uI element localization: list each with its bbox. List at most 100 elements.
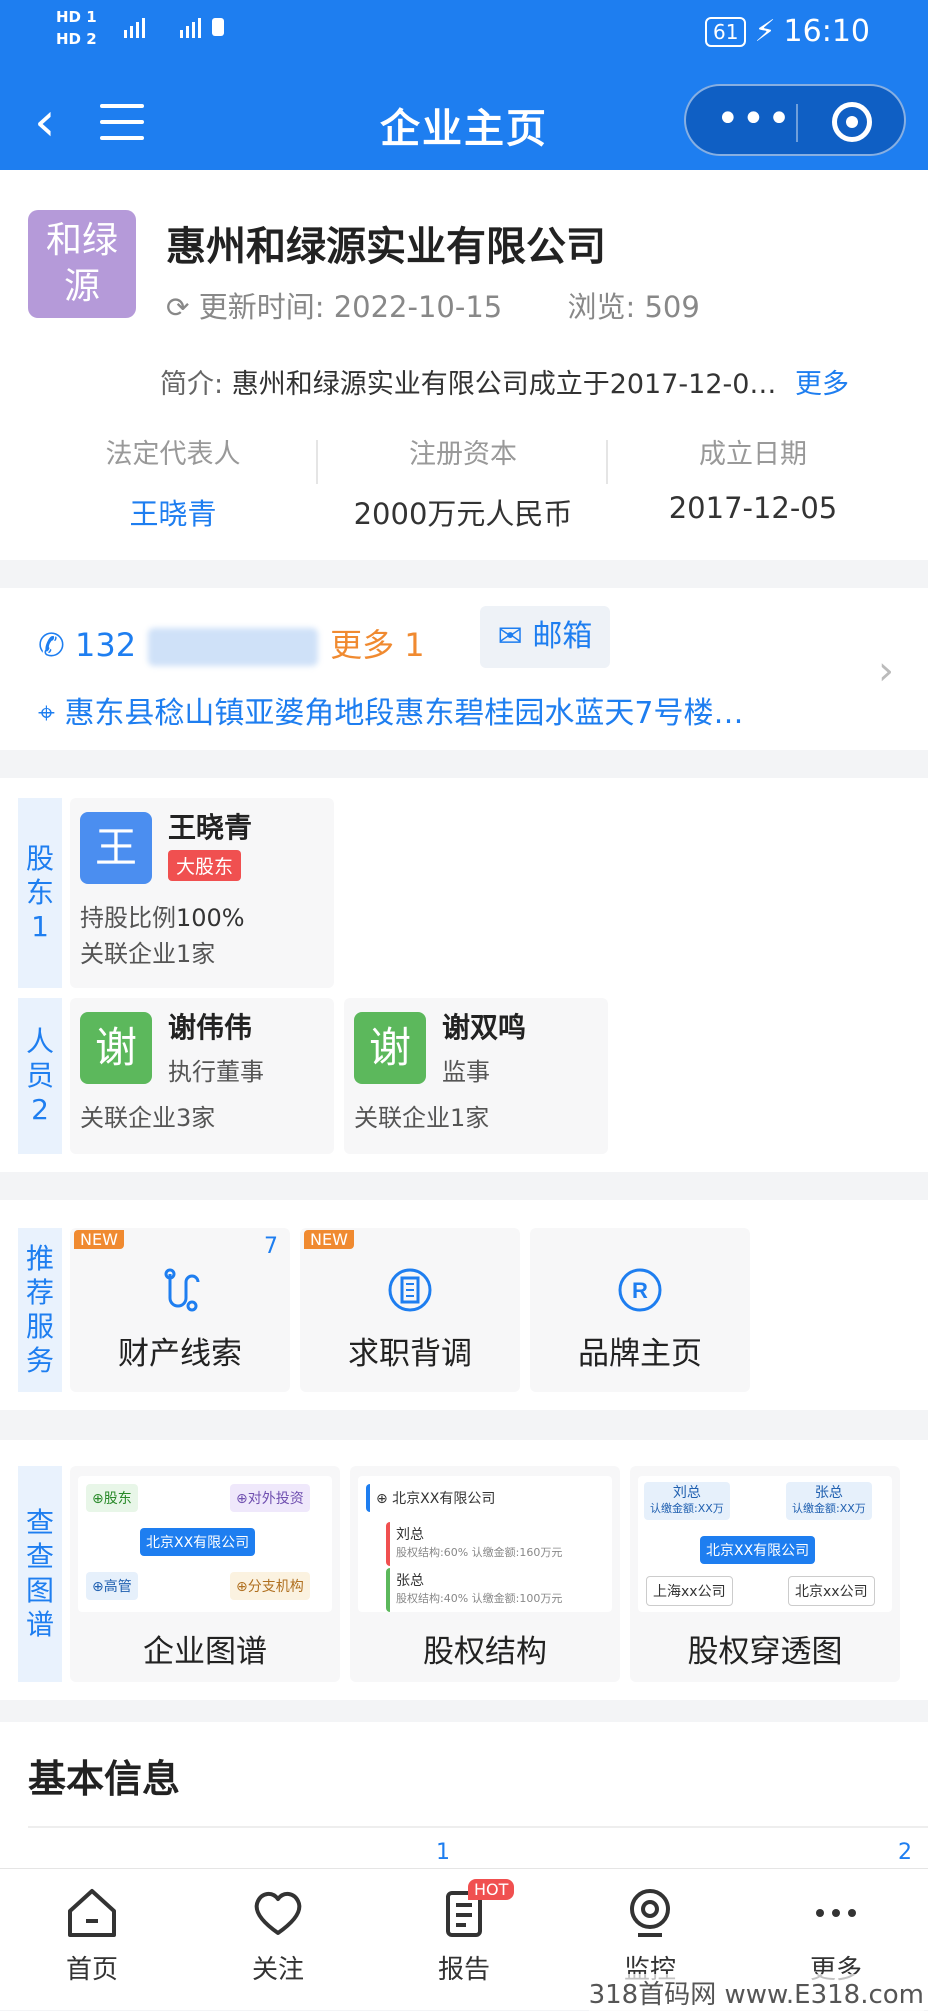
service-label: 财产线索 bbox=[118, 1336, 242, 1372]
ratio-label: 持股比例 bbox=[80, 904, 176, 932]
fact-label: 注册资本 bbox=[409, 439, 517, 470]
service-label: 品牌主页 bbox=[578, 1336, 702, 1372]
thumb-node: 刘总股权结构:60% 认缴金额:160万元 bbox=[386, 1522, 568, 1566]
email-button[interactable]: ✉ 邮箱 bbox=[480, 606, 610, 668]
thumb-node: ⊕股东 bbox=[86, 1484, 138, 1512]
staff-card[interactable]: 谢 谢双鸣 监事 关联企业1家 bbox=[344, 998, 608, 1154]
heart-icon bbox=[254, 1892, 302, 1935]
nav-bar: ‹ 企业主页 ••• bbox=[0, 84, 928, 160]
hot-badge: HOT bbox=[468, 1879, 515, 1900]
thumb-node: 张总 认缴金额:XX万 bbox=[786, 1482, 872, 1520]
update-info: ⟳ 更新时间: 2022-10-15 浏览: 509 bbox=[166, 284, 700, 326]
services-label-text: 推荐服务 bbox=[26, 1242, 55, 1377]
graph-label: 股权结构 bbox=[423, 1634, 547, 1670]
service-brand-page[interactable]: R 品牌主页 bbox=[530, 1228, 750, 1392]
email-label: 邮箱 bbox=[532, 619, 593, 654]
watermark: 318首码网 www.E318.com bbox=[588, 1974, 924, 2011]
refresh-icon[interactable]: ⟳ bbox=[166, 291, 189, 324]
thumb-text: 刘总 bbox=[396, 1527, 424, 1543]
sim1-label: HD 1 bbox=[56, 8, 97, 26]
graph-enterprise[interactable]: ⊕股东 ⊕对外投资 北京XX有限公司 ⊕高管 ⊕分支机构 企业图谱 bbox=[70, 1466, 340, 1682]
shareholder-section-label[interactable]: 股东1 bbox=[18, 798, 62, 988]
company-logo: 和绿源 bbox=[28, 210, 136, 318]
tab-label: 报告 bbox=[437, 1955, 490, 1985]
mini-program-capsule: ••• bbox=[684, 84, 906, 156]
tab-more[interactable]: 更多 bbox=[776, 1887, 896, 1986]
thumb-node: ⊕ 北京XX有限公司 bbox=[366, 1484, 502, 1512]
basic-info-title: 基本信息 bbox=[28, 1757, 181, 1801]
thumb-text: 张总 bbox=[814, 1485, 843, 1501]
svg-text:R: R bbox=[632, 1278, 648, 1303]
location-pin-icon: ⌖ bbox=[38, 696, 55, 731]
graph-equity-structure[interactable]: ⊕ 北京XX有限公司 刘总 股权结构:60% 认缴金额:160万元 张总 股权结构:… bbox=[350, 1466, 620, 1682]
address-row[interactable]: ⌖ 惠东县稔山镇亚婆角地段惠东碧桂园水蓝天7号楼… bbox=[38, 688, 744, 732]
top-bar: HD 1 HD 2 61 ⚡ 16:10 ‹ 企业主页 ••• bbox=[0, 0, 928, 170]
thumb-node: ⊕高管 bbox=[86, 1572, 138, 1600]
phone-icon: ✆ bbox=[38, 626, 65, 664]
update-label: 更新时间: bbox=[198, 290, 325, 324]
masked-phone bbox=[148, 628, 319, 666]
service-job-check[interactable]: NEW 求职背调 bbox=[300, 1228, 520, 1392]
phone-row[interactable]: ✆ 132 更多 1 bbox=[38, 620, 425, 666]
phone-number[interactable]: 132 bbox=[75, 626, 136, 664]
thumb-node: ⊕对外投资 bbox=[230, 1484, 310, 1512]
fact-founded: 成立日期 2017-12-05 bbox=[608, 432, 898, 525]
legal-rep-link[interactable]: 王晓青 bbox=[28, 491, 318, 533]
more-dots-icon[interactable]: ••• bbox=[716, 94, 793, 144]
fact-capital: 注册资本 2000万元人民币 bbox=[318, 432, 608, 533]
tab-monitor[interactable]: 监控 bbox=[590, 1887, 710, 1986]
fact-legal-rep: 法定代表人 王晓青 bbox=[28, 432, 318, 533]
services-section-label: 推荐服务 bbox=[18, 1228, 62, 1392]
registered-icon: R bbox=[618, 1268, 662, 1312]
graph-equity-penetration[interactable]: 刘总 认缴金额:XX万 张总 认缴金额:XX万 北京XX有限公司 上海xx公司 北京… bbox=[630, 1466, 900, 1682]
related-companies: 关联企业1家 bbox=[354, 1104, 490, 1132]
graphs-label-text: 查查图谱 bbox=[26, 1506, 55, 1641]
more-dots-icon bbox=[816, 1909, 856, 1917]
tab-follow[interactable]: 关注 bbox=[218, 1887, 338, 1986]
logo-text: 和绿源 bbox=[45, 220, 118, 307]
sim-indicator: HD 1 HD 2 bbox=[56, 6, 97, 50]
clock: 16:10 bbox=[783, 14, 870, 49]
fact-value: 2017-12-05 bbox=[668, 491, 838, 525]
update-date: 2022-10-15 bbox=[333, 290, 503, 324]
enterprise-graph-thumbnail: ⊕股东 ⊕对外投资 北京XX有限公司 ⊕高管 ⊕分支机构 bbox=[78, 1476, 332, 1612]
chevron-right-icon[interactable]: › bbox=[878, 648, 894, 694]
status-bar: HD 1 HD 2 61 ⚡ 16:10 bbox=[0, 0, 928, 64]
tab-home[interactable]: 首页 bbox=[32, 1887, 152, 1986]
tab-report[interactable]: HOT 报告 bbox=[404, 1879, 524, 1986]
close-circle-icon[interactable] bbox=[832, 102, 872, 142]
staff-card[interactable]: 谢 谢伟伟 执行董事 关联企业3家 bbox=[70, 998, 334, 1154]
new-badge: NEW bbox=[304, 1230, 354, 1249]
thumb-node: 北京XX有限公司 bbox=[700, 1536, 816, 1564]
battery-icon: 61 bbox=[705, 16, 747, 47]
staff-section-label[interactable]: 人员2 bbox=[18, 998, 62, 1154]
shareholder-card[interactable]: 王 王晓青 大股东 持股比例100% 关联企业1家 bbox=[70, 798, 334, 988]
thumb-text: 刘总 bbox=[672, 1485, 701, 1501]
thumb-text: 张总 bbox=[396, 1573, 424, 1589]
intro-more-link[interactable]: 更多 bbox=[795, 369, 849, 400]
status-right: 61 ⚡ 16:10 bbox=[705, 14, 870, 49]
thumb-node: 上海xx公司 bbox=[646, 1576, 733, 1606]
count-indicator: 1 bbox=[436, 1840, 450, 1865]
avatar: 谢 bbox=[354, 1012, 426, 1084]
address-text: 惠东县稔山镇亚婆角地段惠东碧桂园水蓝天7号楼… bbox=[64, 696, 744, 731]
avatar: 谢 bbox=[80, 1012, 152, 1084]
views-count: 509 bbox=[644, 290, 700, 324]
avatar: 王 bbox=[80, 812, 152, 884]
mail-icon: ✉ bbox=[497, 619, 523, 654]
shareholder-label-text: 股东1 bbox=[26, 842, 55, 943]
service-asset-clues[interactable]: NEW 7 财产线索 bbox=[70, 1228, 290, 1392]
ratio-value: 100% bbox=[176, 904, 245, 932]
thumb-node: 北京XX有限公司 bbox=[140, 1528, 256, 1556]
company-intro: 简介: 惠州和绿源实业有限公司成立于2017-12-0… 更多 bbox=[160, 362, 849, 401]
phone-more-link[interactable]: 更多 1 bbox=[330, 626, 425, 664]
sim2-label: HD 2 bbox=[56, 30, 97, 48]
thumb-text: 股权结构:60% 认缴金额:160万元 bbox=[396, 1546, 563, 1559]
route-icon bbox=[164, 1268, 200, 1312]
building-search-icon bbox=[388, 1268, 432, 1312]
staff-role: 监事 bbox=[442, 1058, 490, 1086]
fact-value: 2000万元人民币 bbox=[353, 497, 573, 531]
home-icon bbox=[68, 1889, 116, 1937]
thumb-node: 张总 股权结构:40% 认缴金额:100万元 bbox=[386, 1568, 568, 1612]
equity-structure-thumbnail: ⊕ 北京XX有限公司 刘总 股权结构:60% 认缴金额:160万元 张总 股权结构:… bbox=[358, 1476, 612, 1612]
